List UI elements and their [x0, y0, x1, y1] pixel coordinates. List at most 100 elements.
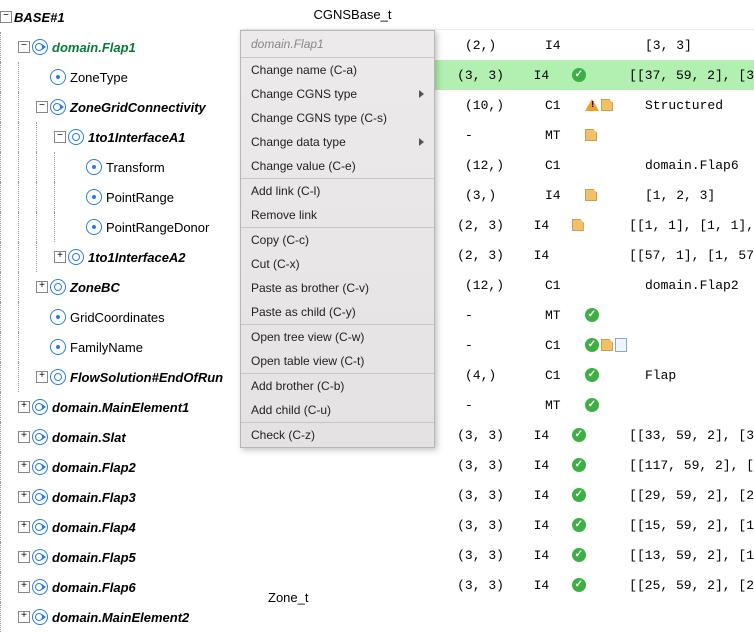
tree-node-label[interactable]: 1to1InterfaceA1 — [88, 130, 186, 145]
table-row[interactable]: (3, 3)I4[[29, 59, 2], [2 — [240, 480, 754, 510]
menu-item-label: Paste as child (C-y) — [251, 305, 356, 319]
expand-icon[interactable]: + — [18, 401, 30, 413]
tree-node[interactable]: + FlowSolution#EndOfRun — [0, 362, 240, 392]
submenu-arrow-icon — [419, 90, 424, 98]
tree-node[interactable]: + domain.Flap4 — [0, 512, 240, 542]
tree-node-label[interactable]: FlowSolution#EndOfRun — [70, 370, 223, 385]
tree-node-label[interactable]: ZoneGridConnectivity — [70, 100, 206, 115]
cell-value: domain.Flap6 — [645, 158, 754, 173]
tree-node-label[interactable]: domain.Flap5 — [52, 550, 136, 565]
tree-node[interactable]: Transform — [0, 152, 240, 182]
tree-node-label[interactable]: PointRange — [106, 190, 174, 205]
tree-node-label[interactable]: Transform — [106, 160, 165, 175]
collapse-icon[interactable]: − — [0, 11, 12, 23]
menu-item[interactable]: Open tree view (C-w) — [241, 325, 434, 349]
expand-icon[interactable]: + — [36, 281, 48, 293]
menu-item-label: Change CGNS type — [251, 87, 357, 101]
menu-item[interactable]: Open table view (C-t) — [241, 349, 434, 373]
node-icon — [50, 339, 66, 355]
cell-datatype: MT — [545, 128, 585, 143]
tree-node-label[interactable]: domain.Flap3 — [52, 490, 136, 505]
collapse-icon[interactable]: − — [54, 131, 66, 143]
tree-node-label[interactable]: BASE#1 — [14, 10, 65, 25]
tree-node-label[interactable]: domain.Flap6 — [52, 580, 136, 595]
menu-item[interactable]: Remove link — [241, 203, 434, 227]
cell-dimensions: (2, 3) — [457, 248, 533, 263]
table-row[interactable]: (3, 3)I4[[117, 59, 2], [ — [240, 450, 754, 480]
menu-item[interactable]: Add brother (C-b) — [241, 374, 434, 398]
tree-node[interactable]: +1to1InterfaceA2 — [0, 242, 240, 272]
table-row[interactable]: (3, 3)I4[[13, 59, 2], [1 — [240, 540, 754, 570]
menu-item[interactable]: Check (C-z) — [241, 423, 434, 447]
tree-node-label[interactable]: ZoneType — [70, 70, 128, 85]
expand-icon[interactable]: + — [18, 491, 30, 503]
tree-node[interactable]: + domain.Flap6 — [0, 572, 240, 602]
tree-node-label[interactable]: domain.Slat — [52, 430, 126, 445]
node-icon — [32, 399, 48, 415]
cell-status-icons — [585, 308, 645, 322]
tree-node[interactable]: ZoneType — [0, 62, 240, 92]
menu-item-label: Paste as brother (C-v) — [251, 281, 369, 295]
tree-node[interactable]: FamilyName — [0, 332, 240, 362]
tree-node[interactable]: + domain.Flap2 — [0, 452, 240, 482]
menu-item[interactable]: Change data type — [241, 130, 434, 154]
menu-item[interactable]: Add link (C-l) — [241, 179, 434, 203]
cell-dimensions: - — [465, 128, 545, 143]
expand-icon[interactable]: + — [18, 431, 30, 443]
cell-dimensions: (3, 3) — [457, 578, 533, 593]
cell-datatype: I4 — [534, 518, 572, 533]
expand-icon[interactable]: + — [54, 251, 66, 263]
tree-node[interactable]: + domain.Slat — [0, 422, 240, 452]
tree-node-label[interactable]: domain.Flap4 — [52, 520, 136, 535]
tree-node-label[interactable]: domain.Flap2 — [52, 460, 136, 475]
tree-node[interactable]: + ZoneBC — [0, 272, 240, 302]
menu-item[interactable]: Change CGNS type (C-s) — [241, 106, 434, 130]
menu-item[interactable]: Copy (C-c) — [241, 228, 434, 252]
tree-node[interactable]: + domain.Flap5 — [0, 542, 240, 572]
context-menu[interactable]: domain.Flap1 Change name (C-a)Change CGN… — [240, 30, 435, 448]
menu-item[interactable]: Change CGNS type — [241, 82, 434, 106]
collapse-icon[interactable]: − — [18, 41, 30, 53]
expand-icon[interactable]: + — [18, 581, 30, 593]
tree-node[interactable]: + domain.MainElement2 — [0, 602, 240, 632]
expand-icon[interactable]: + — [36, 371, 48, 383]
menu-item[interactable]: Change value (C-e) — [241, 154, 434, 178]
tree-node-label[interactable]: FamilyName — [70, 340, 143, 355]
tree-node-label[interactable]: PointRangeDonor — [106, 220, 209, 235]
table-row[interactable]: (3, 3)I4[[25, 59, 2], [2 — [240, 570, 754, 600]
cell-status-icons — [572, 428, 629, 442]
expand-icon[interactable]: + — [18, 521, 30, 533]
table-row[interactable]: (3, 3)I4[[15, 59, 2], [1 — [240, 510, 754, 540]
menu-item[interactable]: Add child (C-u) — [241, 398, 434, 422]
tree-node[interactable]: −BASE#1 — [0, 2, 240, 32]
tree-node[interactable]: + domain.Flap3 — [0, 482, 240, 512]
tree-node-label[interactable]: domain.MainElement2 — [52, 610, 189, 625]
tree-node[interactable]: PointRange — [0, 182, 240, 212]
menu-item[interactable]: Paste as brother (C-v) — [241, 276, 434, 300]
tree-node[interactable]: − ZoneGridConnectivity — [0, 92, 240, 122]
tree-node[interactable]: − 1to1InterfaceA1 — [0, 122, 240, 152]
cell-dimensions: (12,) — [465, 158, 545, 173]
menu-item[interactable]: Change name (C-a) — [241, 58, 434, 82]
cell-datatype: I4 — [534, 458, 572, 473]
tree-node-label[interactable]: domain.MainElement1 — [52, 400, 189, 415]
menu-item[interactable]: Paste as child (C-y) — [241, 300, 434, 324]
tree-node[interactable]: PointRangeDonor — [0, 212, 240, 242]
expand-icon[interactable]: + — [18, 551, 30, 563]
tag-icon — [601, 339, 613, 351]
collapse-icon[interactable]: − — [36, 101, 48, 113]
expand-icon[interactable]: + — [18, 611, 30, 623]
tree-node[interactable]: − domain.Flap1 — [0, 32, 240, 62]
menu-item-label: Add link (C-l) — [251, 184, 320, 198]
node-icon — [32, 519, 48, 535]
expand-icon[interactable]: + — [18, 461, 30, 473]
tree-node-label[interactable]: 1to1InterfaceA2 — [88, 250, 186, 265]
tree-node-label[interactable]: domain.Flap1 — [52, 40, 136, 55]
tree-node-label[interactable]: GridCoordinates — [70, 310, 165, 325]
tree-view[interactable]: −BASE#1−domain.Flap1ZoneType−ZoneGridCon… — [0, 0, 240, 603]
menu-item[interactable]: Cut (C-x) — [241, 252, 434, 276]
tree-node-label[interactable]: ZoneBC — [70, 280, 120, 295]
menu-item-label: Remove link — [251, 208, 317, 222]
tree-node[interactable]: GridCoordinates — [0, 302, 240, 332]
tree-node[interactable]: + domain.MainElement1 — [0, 392, 240, 422]
